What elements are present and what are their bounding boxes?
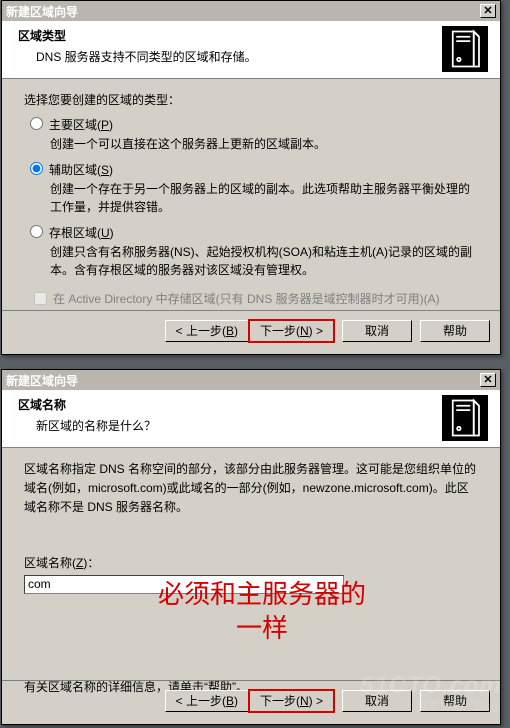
option-stub[interactable]: 存根区域(U) [30,224,478,241]
next-button[interactable]: 下一步(N) > [249,320,334,342]
prompt-text: 选择您要创建的区域的类型： [24,91,478,108]
back-next-group: < 上一步(B) 下一步(N) > [165,320,334,342]
button-bar: < 上一步(B) 下一步(N) > 取消 帮助 [2,680,500,714]
button-bar: < 上一步(B) 下一步(N) > 取消 帮助 [2,310,500,344]
close-icon[interactable]: ✕ [480,373,496,387]
radio-primary[interactable] [30,117,43,130]
page-title: 区域名称 [18,396,420,413]
option-secondary-label: 辅助区域(S) [49,161,113,178]
back-button[interactable]: < 上一步(B) [165,690,249,712]
next-button[interactable]: 下一步(N) > [249,690,334,712]
ad-storage-label: 在 Active Directory 中存储区域(只有 DNS 服务器是域控制器… [53,290,440,307]
window-title: 新建区域向导 [6,372,480,389]
radio-secondary[interactable] [30,162,43,175]
wizard-zone-type: 新建区域向导 ✕ 区域类型 DNS 服务器支持不同类型的区域和存储。 选择您要创… [1,0,501,355]
option-stub-label: 存根区域(U) [49,224,114,241]
option-primary-desc: 创建一个可以直接在这个服务器上更新的区域副本。 [50,135,478,153]
annotation-line2: 一样 [122,612,402,646]
close-icon[interactable]: ✕ [480,4,496,18]
server-icon [442,395,488,441]
server-icon [442,26,488,72]
page-subtitle: DNS 服务器支持不同类型的区域和存储。 [36,48,420,65]
help-button[interactable]: 帮助 [420,320,490,342]
header-panel: 区域名称 新区域的名称是什么？ [2,390,500,448]
page-title: 区域类型 [18,27,420,44]
ad-storage-row: 在 Active Directory 中存储区域(只有 DNS 服务器是域控制器… [30,289,478,308]
titlebar: 新建区域向导 ✕ [2,370,500,390]
header-panel: 区域类型 DNS 服务器支持不同类型的区域和存储。 [2,21,500,79]
option-stub-desc: 创建只含有名称服务器(NS)、起始授权机构(SOA)和粘连主机(A)记录的区域的… [50,243,478,279]
zone-name-label: 区域名称(Z)： [24,554,478,571]
help-button[interactable]: 帮助 [420,690,490,712]
description-text: 区域名称指定 DNS 名称空间的部分，该部分由此服务器管理。这可能是您组织单位的… [24,460,478,518]
body-area: 选择您要创建的区域的类型： 主要区域(P) 创建一个可以直接在这个服务器上更新的… [2,79,500,308]
wizard-zone-name: 新建区域向导 ✕ 区域名称 新区域的名称是什么？ 区域名称指定 DNS 名称空间… [1,369,501,725]
option-secondary[interactable]: 辅助区域(S) [30,161,478,178]
ad-storage-checkbox [34,292,47,305]
cancel-button[interactable]: 取消 [342,690,412,712]
zone-name-input[interactable] [24,575,344,594]
cancel-button[interactable]: 取消 [342,320,412,342]
option-secondary-desc: 创建一个存在于另一个服务器上的区域的副本。此选项帮助主服务器平衡处理的工作量，并… [50,180,478,216]
option-primary-label: 主要区域(P) [49,116,113,133]
option-primary[interactable]: 主要区域(P) [30,116,478,133]
body-area: 区域名称指定 DNS 名称空间的部分，该部分由此服务器管理。这可能是您组织单位的… [2,448,500,695]
radio-stub[interactable] [30,225,43,238]
back-next-group: < 上一步(B) 下一步(N) > [165,690,334,712]
page-subtitle: 新区域的名称是什么？ [36,417,420,434]
titlebar: 新建区域向导 ✕ [2,1,500,21]
back-button[interactable]: < 上一步(B) [165,320,249,342]
window-title: 新建区域向导 [6,3,480,20]
